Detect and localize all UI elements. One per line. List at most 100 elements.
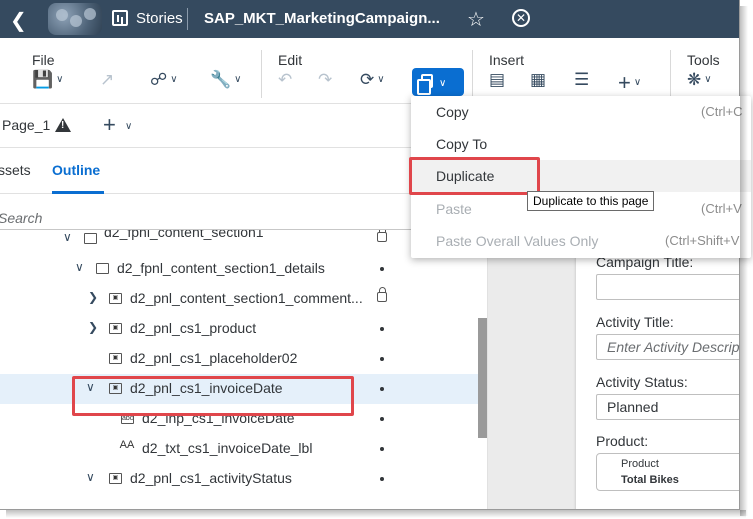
chevron-down-icon: ∨ (377, 74, 385, 85)
menu-item-label: Duplicate (436, 168, 495, 184)
tree-row-selected[interactable]: ∨ ▣ d2_pnl_cs1_invoiceDate (0, 374, 478, 404)
chevron-right-icon[interactable]: ❯ (88, 290, 100, 304)
redo-icon: ↷ (318, 70, 333, 89)
chevron-down-icon[interactable]: ∨ (86, 470, 98, 484)
product-label: Product: (596, 433, 649, 449)
add-page-icon[interactable]: + (103, 112, 116, 138)
tab-page-1[interactable]: Page_1 (2, 117, 50, 133)
insert-group-label: Insert (489, 52, 525, 68)
share-button[interactable]: ↗ (100, 70, 114, 96)
tree-row[interactable]: ▣ d2_pnl_cs1_placeholder02 (0, 344, 478, 374)
tree-row[interactable]: ❯ ▣ d2_pnl_content_section1_comment... (0, 284, 478, 314)
table-icon: ▦ (530, 70, 547, 89)
tree-row[interactable]: AA d2_txt_cs1_invoiceDate_lbl (0, 434, 478, 464)
menu-item-label: Copy (436, 104, 469, 120)
tools-wrench-button[interactable]: 🔧 ∨ (210, 70, 242, 96)
back-arrow-icon[interactable]: ❮ (10, 8, 27, 33)
chevron-down-icon[interactable]: ∨ (125, 121, 132, 132)
more-dot-icon[interactable] (380, 387, 384, 391)
window-shadow (740, 6, 748, 516)
save-button[interactable]: 💾 ∨ (32, 70, 64, 96)
chevron-down-icon: ∨ (56, 74, 64, 85)
tree-row[interactable]: abc d2_inp_cs1_invoiceDate (0, 404, 478, 434)
insert-chart-button[interactable]: ▤ (489, 70, 505, 96)
more-dot-icon[interactable] (380, 447, 384, 451)
input-field-icon: abc (121, 413, 134, 424)
copy-menu-button[interactable]: ∨ (412, 68, 464, 96)
tab-assets[interactable]: ssets (0, 162, 31, 178)
filter-controls-icon: ☰ (574, 70, 590, 89)
refresh-button[interactable]: ⟳ ∨ (360, 70, 385, 96)
tree-row[interactable]: ∨ d2_fpnl_content_section1 (0, 230, 478, 254)
network-icon: ☍ (150, 70, 168, 89)
activity-status-label: Activity Status: (596, 374, 688, 390)
tree-item-label: d2_pnl_cs1_product (130, 320, 257, 336)
menu-item-shortcut: (Ctrl+V (701, 201, 742, 216)
active-tab-indicator (52, 191, 104, 194)
more-dot-icon[interactable] (380, 327, 384, 331)
toolbar-separator (472, 50, 473, 98)
toolbar: File 💾 ∨ ↗ ☍ ∨ 🔧 ∨ Edit ↶ ↷ ⟳ ∨ ∨ Insert ▤ ▦… (0, 38, 739, 104)
scrollbar-thumb[interactable] (478, 318, 487, 438)
copy-dropdown-menu: Copy (Ctrl+C Copy To Duplicate Paste (Ct… (411, 96, 751, 258)
product-tile-value: Total Bikes (621, 474, 679, 486)
chevron-down-icon: ∨ (170, 74, 178, 85)
chevron-down-icon[interactable]: ∨ (75, 260, 87, 274)
more-dot-icon[interactable] (380, 357, 384, 361)
tree-row[interactable]: ∨ ▣ d2_pnl_cs1_activityStatus (0, 464, 478, 494)
redo-button[interactable]: ↷ (318, 70, 332, 96)
menu-item-label: Paste Overall Values Only (436, 233, 599, 249)
more-dot-icon[interactable] (380, 267, 384, 271)
wrench-icon: 🔧 (210, 70, 232, 89)
menu-item-paste-values[interactable]: Paste Overall Values Only (Ctrl+Shift+V (411, 225, 751, 257)
panel-icon (84, 233, 97, 244)
refresh-icon: ⟳ (360, 70, 375, 89)
tree-row[interactable]: ∨ d2_fpnl_content_section1_details (0, 254, 478, 284)
tab-outline[interactable]: Outline (52, 162, 100, 178)
lock-icon[interactable] (377, 287, 387, 302)
chevron-right-icon[interactable]: ❯ (88, 320, 100, 334)
menu-item-copy-to[interactable]: Copy To (411, 128, 751, 160)
text-icon: AA (119, 439, 135, 451)
insert-add-button[interactable]: + ∨ (618, 70, 641, 96)
tools-group-label: Tools (687, 52, 720, 68)
lock-icon[interactable] (377, 230, 387, 242)
product-tile[interactable]: Product Total Bikes (596, 453, 739, 491)
search-input[interactable]: Search (0, 210, 42, 226)
more-dot-icon[interactable] (380, 417, 384, 421)
app-name[interactable]: Stories (136, 10, 183, 27)
close-circle-icon[interactable]: ✕ (512, 9, 530, 27)
file-group-label: File (32, 52, 55, 68)
campaign-title-input[interactable] (596, 274, 739, 300)
chevron-down-icon[interactable]: ∨ (63, 230, 75, 244)
tools-button[interactable]: ❋ ∨ (687, 70, 712, 96)
chevron-down-icon[interactable]: ∨ (86, 380, 98, 394)
activity-title-label: Activity Title: (596, 314, 674, 330)
activity-status-select[interactable]: Planned (596, 394, 739, 420)
tree-row[interactable]: ❯ ▣ d2_pnl_cs1_product (0, 314, 478, 344)
settings-cluster-icon: ❋ (687, 70, 702, 89)
insert-table-button[interactable]: ▦ (530, 70, 546, 96)
insert-input-control-button[interactable]: ☰ (574, 70, 589, 96)
tree-item-label: d2_pnl_cs1_placeholder02 (130, 350, 298, 366)
undo-icon: ↶ (278, 70, 293, 89)
tree-item-label: d2_pnl_cs1_activityStatus (130, 470, 292, 486)
more-dot-icon[interactable] (380, 477, 384, 481)
panel-icon (96, 263, 109, 274)
activity-title-input[interactable]: Enter Activity Descrip (596, 334, 739, 360)
plus-icon: + (618, 70, 631, 95)
image-panel-icon: ▣ (109, 353, 122, 364)
chevron-down-icon: ∨ (704, 74, 712, 85)
menu-item-duplicate[interactable]: Duplicate (411, 160, 751, 192)
menu-item-copy[interactable]: Copy (Ctrl+C (411, 96, 751, 128)
image-panel-icon: ▣ (109, 383, 122, 394)
tree-item-label: d2_fpnl_content_section1_details (117, 260, 325, 276)
company-logo[interactable] (48, 3, 102, 35)
tree-item-label: d2_pnl_content_section1_comment... (130, 290, 363, 306)
favorite-star-icon[interactable]: ☆ (467, 7, 485, 32)
undo-button[interactable]: ↶ (278, 70, 292, 96)
copy-icon (417, 74, 433, 95)
chevron-down-icon: ∨ (633, 77, 642, 88)
share-menu-button[interactable]: ☍ ∨ (150, 70, 178, 96)
document-title[interactable]: SAP_MKT_MarketingCampaign... (204, 10, 440, 27)
